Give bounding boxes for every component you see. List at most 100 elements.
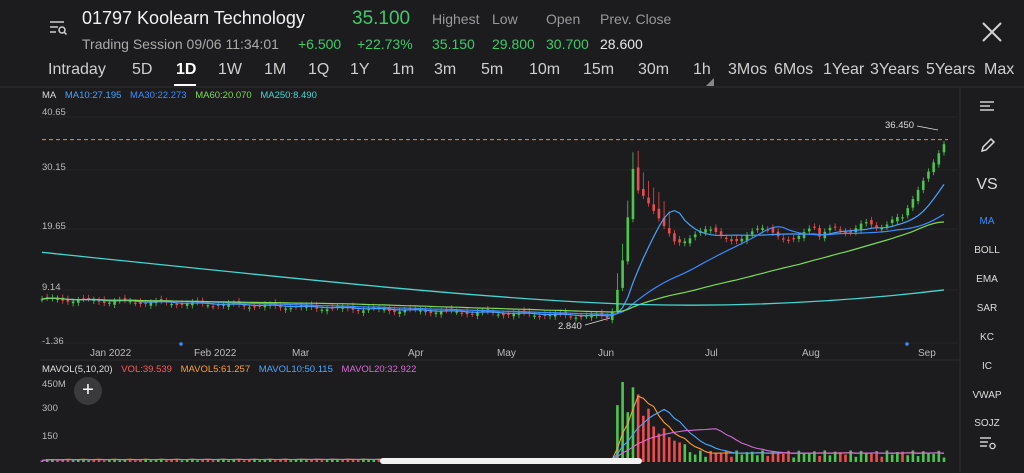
candle (693, 234, 697, 238)
candle (253, 306, 256, 308)
sidebar-item-vs[interactable]: VS (962, 176, 1012, 194)
candle (937, 153, 941, 165)
volume-bar (688, 452, 692, 462)
volume-bar (802, 453, 806, 462)
sidebar-item-kc[interactable]: KC (962, 332, 1012, 343)
volume-bar (916, 456, 920, 462)
sidebar-item-boll[interactable]: BOLL (962, 245, 1012, 256)
x-tick-mar: Mar (292, 348, 310, 359)
candle (569, 316, 573, 318)
x-tick-jun: Jun (598, 348, 615, 359)
vol-tick-2: 300 (42, 403, 58, 414)
volume-bar (647, 408, 650, 462)
candle (724, 237, 728, 240)
candle (284, 308, 287, 310)
volume-bar (792, 457, 795, 462)
volume-bar (890, 454, 894, 462)
sidebar-item-vwap[interactable]: VWAP (962, 390, 1012, 401)
mavol20-value: MAVOL20:32.922 (341, 364, 417, 375)
volume-bar (134, 460, 137, 462)
candle (470, 313, 474, 315)
y-tick-3: 19.65 (42, 221, 66, 232)
volume-bar (196, 460, 199, 462)
candle (714, 227, 718, 232)
volume-bar (844, 454, 847, 462)
volume-bar (828, 455, 832, 462)
max-price-label: 36.450 (885, 120, 915, 131)
candle (642, 189, 645, 196)
volume-bar (885, 450, 889, 462)
volume-bar (56, 460, 59, 462)
sidebar-item-sar[interactable]: SAR (962, 303, 1012, 314)
pencil-icon[interactable] (979, 136, 997, 154)
price-chart (0, 86, 1024, 473)
add-indicator-button[interactable]: + (74, 377, 102, 405)
candle (71, 301, 75, 304)
candle (362, 310, 365, 313)
candle (870, 220, 873, 225)
candle (781, 238, 785, 240)
candle (771, 227, 775, 233)
ma250-line (41, 251, 945, 306)
volume-bar (699, 450, 702, 462)
candle (688, 238, 692, 244)
candle (756, 228, 759, 230)
volume-bar (730, 456, 733, 462)
candle (833, 226, 837, 228)
volume-bar (719, 453, 723, 462)
sidebar-item-ema[interactable]: EMA (962, 274, 1012, 285)
sidebar-item-sojz[interactable]: SOJZ (962, 418, 1012, 427)
candle (398, 311, 401, 314)
candle (678, 239, 681, 243)
candle (750, 231, 754, 235)
volume-bar (71, 460, 75, 462)
candle (626, 217, 630, 262)
max-callout-line (916, 125, 939, 131)
candle (460, 312, 464, 314)
candle (911, 199, 915, 208)
candle (709, 229, 713, 231)
candle (574, 317, 578, 319)
volume-bar (289, 460, 293, 462)
mavol10-value: MAVOL10:50.115 (258, 364, 333, 375)
settings-list-icon[interactable] (979, 435, 997, 451)
candle (170, 304, 173, 306)
sidebar-item-ic[interactable]: IC (962, 361, 1012, 372)
candle (730, 239, 733, 242)
candle (149, 302, 153, 306)
vol-tick-1: 450M (42, 379, 66, 390)
volume-bar (351, 459, 355, 462)
volume-bar (662, 428, 666, 462)
volume-bar (745, 452, 749, 462)
lines-icon[interactable] (979, 100, 995, 114)
x-tick-apr: Apr (408, 348, 424, 359)
candle (175, 303, 179, 306)
candle (325, 309, 329, 312)
volume-bar (118, 460, 122, 462)
volume-bar (258, 460, 262, 462)
sidebar-item-ma[interactable]: MA (962, 216, 1012, 227)
candle (434, 312, 438, 314)
candle (621, 260, 624, 288)
candle (496, 314, 500, 316)
volume-bar (932, 453, 935, 462)
candle (761, 227, 764, 230)
candle (813, 226, 816, 228)
volume-bar (864, 453, 868, 462)
candle (211, 306, 215, 308)
volume-bar (305, 460, 308, 462)
mavol5-value: MAVOL5:61.257 (180, 364, 251, 375)
volume-bar (667, 437, 671, 462)
x-tick-jul: Jul (705, 348, 718, 359)
candle (113, 301, 116, 305)
candle (890, 219, 894, 223)
y-tick-2: 30.15 (42, 162, 66, 173)
min-callout-line (584, 317, 611, 326)
candle (927, 171, 930, 179)
candle (921, 180, 925, 190)
volume-bar (273, 460, 277, 462)
volume-bar (87, 460, 90, 462)
candle (382, 309, 386, 311)
chart-scrollbar[interactable] (380, 458, 642, 464)
candle (885, 224, 889, 227)
